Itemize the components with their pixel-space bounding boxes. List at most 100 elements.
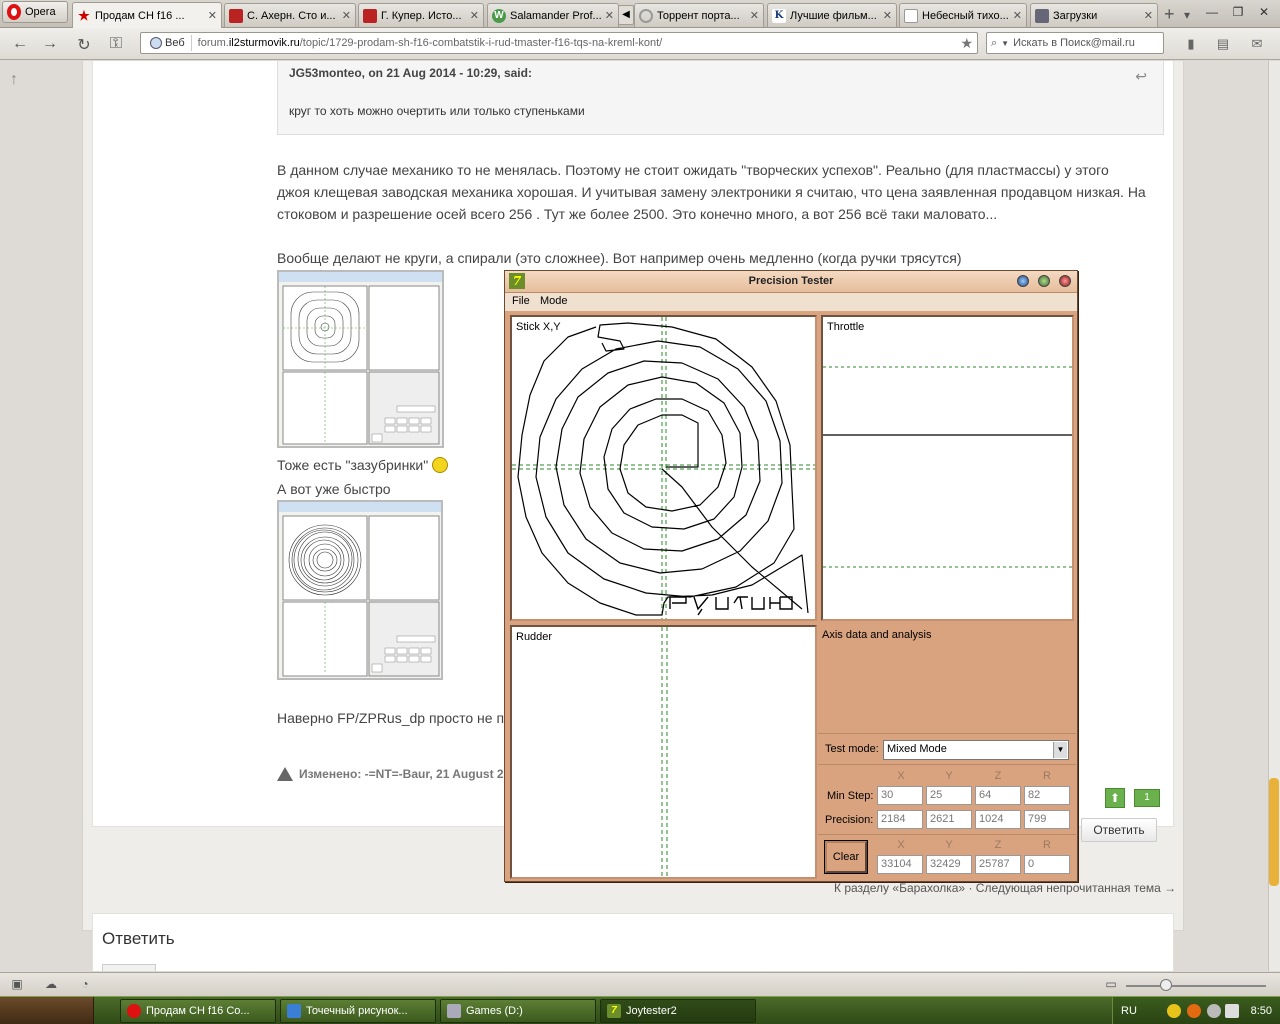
tab-label: Загрузки	[1053, 9, 1098, 22]
forward-arrow-icon[interactable]: →	[40, 35, 60, 53]
start-button[interactable]	[0, 997, 94, 1024]
taskbar-item-games-drive[interactable]: Games (D:)	[440, 999, 596, 1023]
raw-y-field[interactable]: 32429	[926, 855, 972, 874]
chevron-down-icon[interactable]: ▼	[1053, 742, 1067, 758]
panel-toggle-icon[interactable]: ▣	[8, 977, 26, 993]
cloud-icon[interactable]: ☁	[42, 977, 60, 993]
tab-downloads[interactable]: Загрузки ✕	[1030, 3, 1158, 27]
precision-z-field[interactable]: 1024	[975, 810, 1021, 829]
screenshot-thumbnail-slow[interactable]	[277, 270, 444, 448]
reload-icon[interactable]: ↻	[74, 35, 94, 55]
address-bar: ← → ↻ ⚿ Веб forum.il2sturmovik.ru/topic/…	[0, 28, 1280, 60]
document-icon[interactable]: ▤	[1214, 36, 1232, 52]
tab-label: Г. Купер. Исто...	[381, 9, 462, 22]
tab-akhern[interactable]: С. Ахерн. Сто и... ✕	[224, 3, 356, 27]
quote-jump-icon[interactable]: ↩	[1135, 68, 1147, 85]
zoom-view-icon[interactable]: ▭	[1102, 977, 1120, 993]
network-icon[interactable]	[1207, 1004, 1221, 1018]
close-icon[interactable]: ✕	[750, 9, 759, 22]
minimize-icon[interactable]	[1017, 275, 1029, 287]
rudder-trace	[661, 627, 668, 877]
maximize-icon[interactable]	[1038, 275, 1050, 287]
taskbar-item-opera[interactable]: Продам CH f16 Co...	[120, 999, 276, 1023]
tab-salamander[interactable]: W Salamander Prof... ✕	[487, 3, 619, 27]
paint-icon	[287, 1004, 301, 1018]
raw-z-field[interactable]: 25787	[975, 855, 1021, 874]
reply-button[interactable]: Ответить	[1081, 818, 1157, 842]
close-icon[interactable]	[1059, 275, 1071, 287]
close-window-icon[interactable]: ✕	[1252, 3, 1276, 21]
bar-chart-icon[interactable]: ▮	[1182, 36, 1200, 52]
tab-prodam[interactable]: ★ Продам CH f16 ... ✕	[72, 2, 222, 28]
tab-torrent[interactable]: Торрент порта... ✕	[634, 3, 764, 27]
bookmark-star-icon[interactable]: ★	[960, 35, 977, 52]
shield-icon[interactable]	[1167, 1004, 1181, 1018]
opera-menu-button[interactable]: Opera	[2, 1, 68, 23]
min-step-z-field[interactable]: 64	[975, 786, 1021, 805]
volume-icon[interactable]	[1225, 1004, 1239, 1018]
antivirus-icon[interactable]	[1187, 1004, 1201, 1018]
raw-x-field[interactable]: 33104	[877, 855, 923, 874]
key-icon[interactable]: ⚿	[106, 35, 126, 53]
close-icon[interactable]: ✕	[1144, 9, 1153, 22]
zoom-slider-knob[interactable]	[1160, 979, 1172, 991]
restore-icon[interactable]: ❐	[1226, 3, 1250, 21]
tab-kuper[interactable]: Г. Купер. Исто... ✕	[358, 3, 484, 27]
axis-header-r: R	[1043, 770, 1051, 782]
menu-mode[interactable]: Mode	[540, 295, 568, 307]
scroll-up-arrow-icon[interactable]: ↑	[10, 71, 18, 89]
tab-label: Торрент порта...	[657, 9, 740, 22]
next-unread-link[interactable]: Следующая непрочитанная тема →	[976, 881, 1176, 895]
rep-up-arrow-icon[interactable]: ⬆	[1105, 788, 1125, 808]
precision-x-field[interactable]: 2184	[877, 810, 923, 829]
screenshot-thumbnail-fast[interactable]	[277, 500, 443, 680]
topic-nav-links: К разделу «Барахолка» · Следующая непроч…	[834, 881, 1176, 895]
close-icon[interactable]: ✕	[1013, 9, 1022, 22]
paragraph-line: В данном случае механико то не менялась.…	[277, 162, 1109, 178]
new-tab-plus-icon[interactable]: +	[1164, 4, 1175, 25]
tab-scroll-left-button[interactable]: ◀	[618, 5, 634, 25]
stick-xy-trace	[512, 317, 815, 619]
taskbar: Продам CH f16 Co... Точечный рисунок... …	[0, 996, 1280, 1024]
speed-dial-icon[interactable]: ◔	[76, 977, 94, 993]
min-step-x-field[interactable]: 30	[877, 786, 923, 805]
menu-file[interactable]: File	[512, 295, 530, 307]
language-indicator[interactable]: RU	[1121, 1005, 1137, 1017]
min-step-r-field[interactable]: 82	[1024, 786, 1070, 805]
joytester-title: Precision Tester	[748, 275, 834, 287]
paragraph-line: стоковом и разрешение осей всего 256 . Т…	[277, 206, 998, 222]
min-step-y-field[interactable]: 25	[926, 786, 972, 805]
taskbar-item-joytester[interactable]: 7 Joytester2	[600, 999, 756, 1023]
tab-menu-chevron-icon[interactable]: ▾	[1184, 8, 1190, 22]
mail-icon[interactable]: ✉	[1248, 36, 1266, 52]
search-field[interactable]: ⌕ ▼ Искать в Поиск@mail.ru	[986, 32, 1164, 54]
back-to-section-link[interactable]: К разделу «Барахолка»	[834, 881, 965, 895]
raw-r-field[interactable]: 0	[1024, 855, 1070, 874]
rudder-panel: Rudder	[510, 625, 817, 879]
tab-nebesny[interactable]: Небесный тихо... ✕	[899, 3, 1027, 27]
clear-button[interactable]: Clear	[825, 841, 867, 873]
close-icon[interactable]: ✕	[208, 9, 217, 22]
back-arrow-icon[interactable]: ←	[10, 35, 30, 53]
tab-filmy[interactable]: K Лучшие фильм... ✕	[767, 3, 897, 27]
minimize-icon[interactable]: —	[1200, 3, 1224, 21]
close-icon[interactable]: ✕	[605, 9, 614, 22]
close-icon[interactable]: ✕	[470, 9, 479, 22]
close-icon[interactable]: ✕	[883, 9, 892, 22]
zoom-slider-track[interactable]	[1126, 985, 1266, 987]
url-field[interactable]: Веб forum.il2sturmovik.ru/topic/1729-pro…	[140, 32, 978, 54]
test-mode-select[interactable]: Mixed Mode ▼	[883, 740, 1069, 760]
precision-y-field[interactable]: 2621	[926, 810, 972, 829]
precision-label: Precision:	[825, 814, 874, 826]
scrollbar-thumb[interactable]	[1269, 778, 1279, 886]
min-step-label: Min Step:	[827, 790, 874, 802]
precision-r-field[interactable]: 799	[1024, 810, 1070, 829]
chevron-down-icon[interactable]: ▼	[1001, 39, 1009, 48]
close-icon[interactable]: ✕	[342, 9, 351, 22]
tab-bar: Opera ★ Продам CH f16 ... ✕ С. Ахерн. Ст…	[0, 0, 1280, 28]
url-text[interactable]: forum.il2sturmovik.ru/topic/1729-prodam-…	[192, 37, 961, 49]
avatar	[102, 964, 156, 971]
web-badge[interactable]: Веб	[144, 35, 192, 51]
taskbar-item-paint[interactable]: Точечный рисунок...	[280, 999, 436, 1023]
joytester-titlebar[interactable]: 7 Precision Tester	[505, 271, 1077, 293]
